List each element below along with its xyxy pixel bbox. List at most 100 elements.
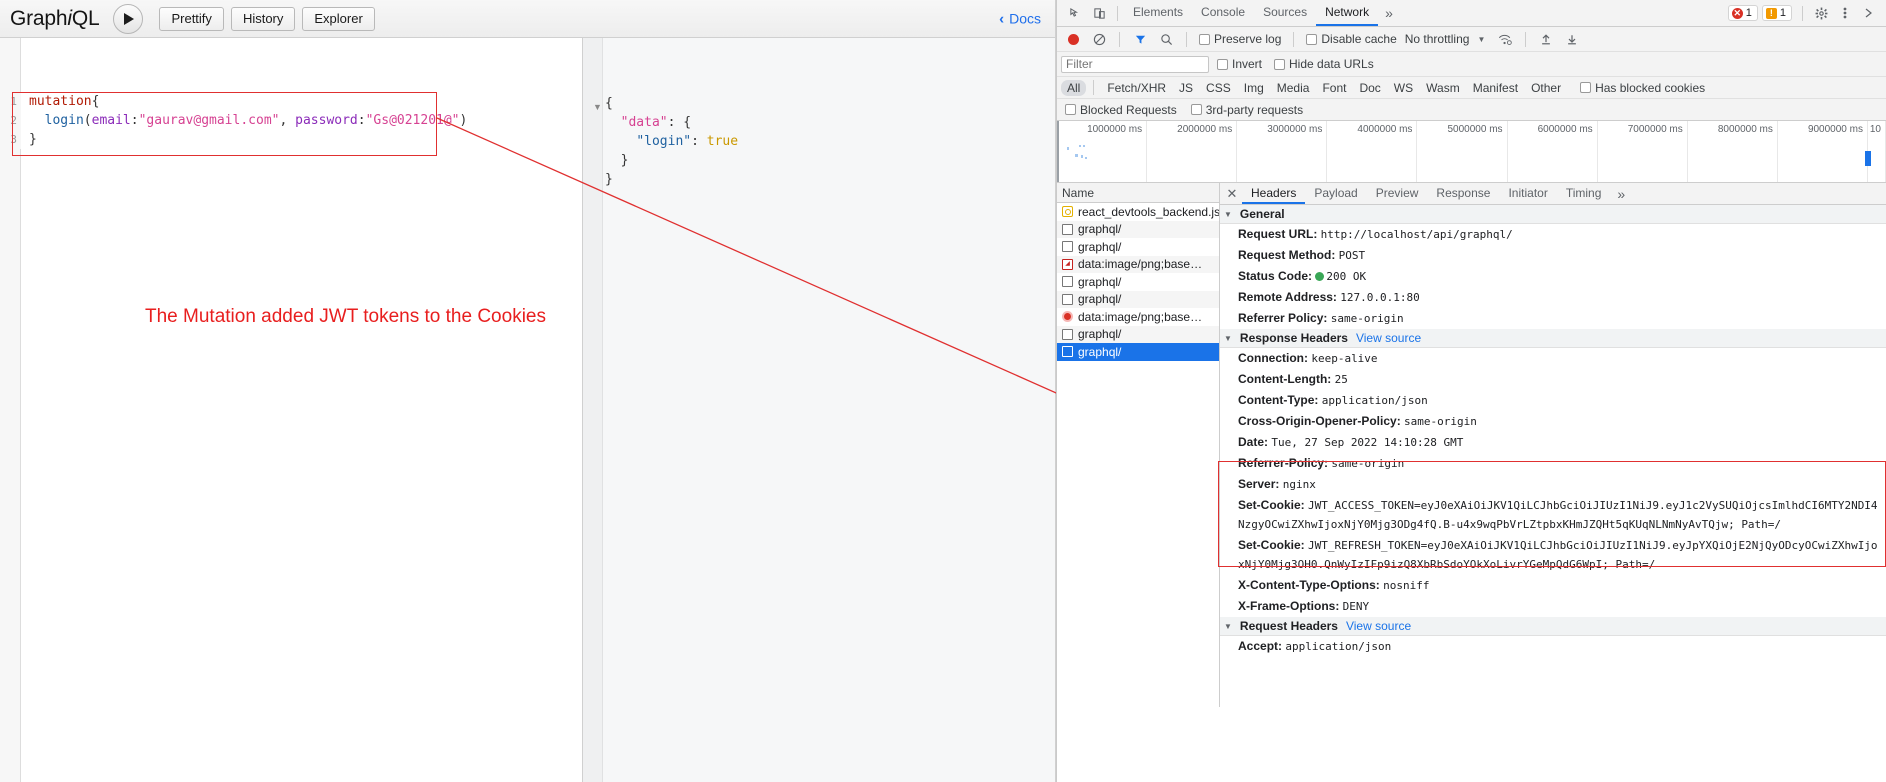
filter-toggle-button[interactable] [1128, 28, 1152, 50]
more-detail-tabs-icon[interactable]: » [1610, 186, 1632, 202]
request-headers-section-header[interactable]: ▼ Request Headers View source [1220, 617, 1886, 636]
tab-payload[interactable]: Payload [1305, 183, 1366, 204]
invert-checkbox[interactable]: Invert [1213, 57, 1266, 71]
search-button[interactable] [1154, 28, 1178, 50]
blocked-requests-checkbox[interactable]: Blocked Requests [1061, 103, 1181, 117]
tab-sources[interactable]: Sources [1254, 0, 1316, 26]
export-har-button[interactable] [1560, 28, 1584, 50]
tab-response[interactable]: Response [1427, 183, 1499, 204]
close-devtools-icon[interactable] [1857, 2, 1881, 24]
result-gutter [583, 38, 603, 782]
response-view-source-link[interactable]: View source [1356, 331, 1421, 345]
request-list-header[interactable]: Name [1057, 183, 1219, 203]
request-row[interactable]: graphql/ [1057, 325, 1219, 343]
type-filter-img[interactable]: Img [1238, 80, 1270, 96]
header-name: Server: [1238, 477, 1283, 491]
tab-initiator[interactable]: Initiator [1499, 183, 1556, 204]
request-name: data:image/png;base… [1078, 309, 1203, 324]
has-blocked-cookies-checkbox[interactable]: Has blocked cookies [1576, 81, 1709, 95]
tab-preview[interactable]: Preview [1367, 183, 1428, 204]
type-filter-manifest[interactable]: Manifest [1467, 80, 1524, 96]
third-party-requests-checkbox[interactable]: 3rd-party requests [1187, 103, 1307, 117]
tab-timing[interactable]: Timing [1557, 183, 1611, 204]
header-name: Remote Address: [1238, 290, 1341, 304]
general-section-header[interactable]: ▼ General [1220, 205, 1886, 224]
tab-network[interactable]: Network [1316, 0, 1379, 26]
prettify-button[interactable]: Prettify [159, 6, 224, 31]
tab-console[interactable]: Console [1192, 0, 1254, 26]
more-tabs-icon[interactable]: » [1378, 5, 1400, 21]
type-filter-wasm[interactable]: Wasm [1420, 80, 1466, 96]
preserve-log-label: Preserve log [1214, 32, 1282, 46]
type-filter-doc[interactable]: Doc [1353, 80, 1386, 96]
request-row[interactable]: graphql/ [1057, 343, 1219, 361]
close-detail-icon[interactable]: ✕ [1222, 186, 1242, 202]
type-filter-all[interactable]: All [1061, 79, 1087, 96]
doc-file-icon [1062, 293, 1073, 305]
fold-arrow-icon[interactable]: ▼ [593, 102, 602, 112]
preserve-log-checkbox[interactable]: Preserve log [1195, 32, 1285, 46]
request-row[interactable]: data:image/png;base… [1057, 255, 1219, 273]
request-row[interactable]: graphql/ [1057, 238, 1219, 256]
header-value: application/json [1321, 394, 1428, 407]
query-editor[interactable]: 1 mutation{2 login(email:"gaurav@gmail.co… [0, 38, 583, 782]
execute-query-button[interactable] [113, 3, 144, 34]
header-value: 25 [1334, 373, 1348, 386]
type-filter-js[interactable]: JS [1173, 80, 1199, 96]
import-har-button[interactable] [1534, 28, 1558, 50]
docs-button[interactable]: ‹ Docs [999, 10, 1041, 27]
tab-headers[interactable]: Headers [1242, 183, 1306, 204]
response-headers-section-header[interactable]: ▼ Response Headers View source [1220, 329, 1886, 348]
general-title: General [1239, 207, 1285, 221]
request-row[interactable]: graphql/ [1057, 273, 1219, 291]
request-name: graphql/ [1078, 327, 1122, 342]
disable-cache-checkbox[interactable]: Disable cache [1302, 32, 1400, 46]
type-filter-fetch-xhr[interactable]: Fetch/XHR [1101, 80, 1172, 96]
filter-input[interactable] [1061, 55, 1209, 73]
cursor-icon [1069, 7, 1078, 17]
network-timeline-overview[interactable]: 1000000 ms 2000000 ms 3000000 ms 4000000 ms… [1057, 121, 1886, 183]
result-json: { "data": { "login": true }} [605, 94, 738, 189]
request-row[interactable]: data:image/png;base… [1057, 308, 1219, 326]
settings-gear-icon[interactable] [1809, 2, 1833, 24]
network-conditions-button[interactable] [1493, 28, 1517, 50]
request-row[interactable]: graphql/ [1057, 290, 1219, 308]
request-headers-title: Request Headers [1239, 619, 1338, 633]
error-count-badge[interactable]: ✕ 1 [1727, 5, 1758, 21]
header-name: Set-Cookie: [1238, 498, 1309, 512]
header-value: DENY [1342, 600, 1370, 613]
type-filter-other[interactable]: Other [1525, 80, 1567, 96]
chevron-down-icon[interactable]: ▼ [1471, 35, 1491, 44]
inspect-element-icon[interactable] [1063, 2, 1087, 24]
type-filter-css[interactable]: CSS [1200, 80, 1237, 96]
hide-data-urls-checkbox[interactable]: Hide data URLs [1270, 57, 1378, 71]
header-value: 200 OK [1326, 270, 1367, 283]
type-filter-font[interactable]: Font [1316, 80, 1352, 96]
doc-file-icon [1062, 276, 1073, 288]
warning-count-badge[interactable]: ! 1 [1761, 5, 1792, 21]
timeline-request-blip [1081, 155, 1083, 158]
request-detail-panel: ✕ Headers Payload Preview Response Initi… [1220, 183, 1886, 707]
devtools-menu-icon[interactable] [1833, 2, 1857, 24]
doc-file-icon [1062, 328, 1073, 340]
query-editor-code[interactable]: 1 mutation{2 login(email:"gaurav@gmail.co… [0, 92, 582, 149]
timeline-tick-cell: 4000000 ms [1327, 121, 1418, 182]
timeline-tick-cell: 8000000 ms [1688, 121, 1778, 182]
timeline-tick-cell: 3000000 ms [1237, 121, 1328, 182]
triangle-down-icon: ▼ [1224, 209, 1232, 219]
explorer-button[interactable]: Explorer [302, 6, 375, 31]
record-button[interactable] [1061, 28, 1085, 50]
device-toolbar-icon[interactable] [1087, 2, 1111, 24]
type-filter-media[interactable]: Media [1271, 80, 1316, 96]
type-filter-ws[interactable]: WS [1388, 80, 1419, 96]
request-view-source-link[interactable]: View source [1346, 619, 1411, 633]
tab-elements[interactable]: Elements [1124, 0, 1192, 26]
throttling-select[interactable]: No throttling [1403, 32, 1470, 46]
request-row[interactable]: react_devtools_backend.js [1057, 203, 1219, 221]
request-row[interactable]: graphql/ [1057, 220, 1219, 238]
history-button[interactable]: History [230, 6, 296, 31]
network-filterbar: Invert Hide data URLs [1057, 52, 1886, 77]
clear-button[interactable] [1087, 28, 1111, 50]
timeline-request-blip [1083, 145, 1085, 147]
